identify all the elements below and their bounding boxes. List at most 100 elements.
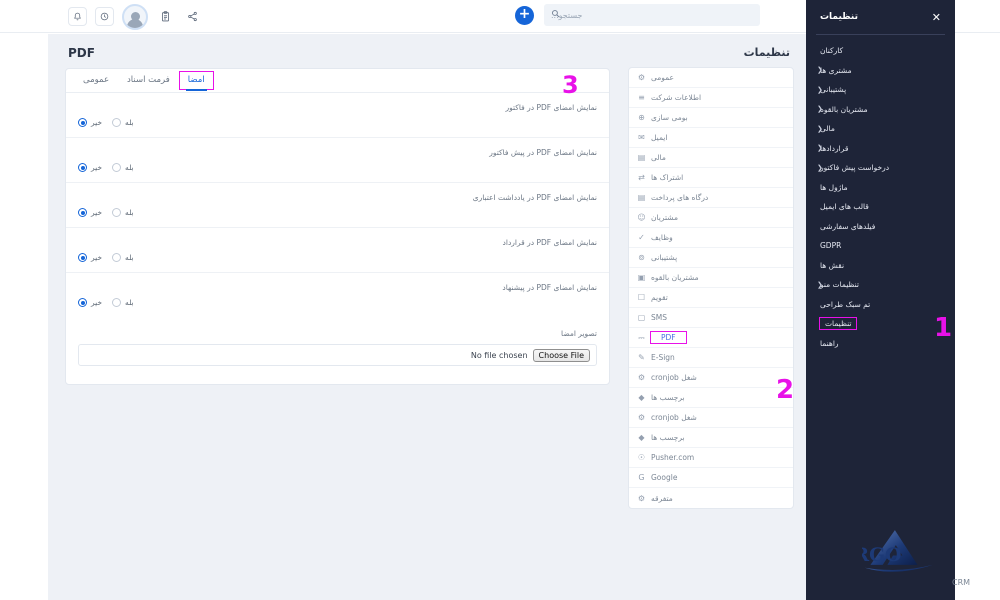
radio-no-icon[interactable] — [78, 163, 87, 172]
drawer-item-9[interactable]: فیلدهای سفارشی — [806, 217, 955, 237]
drawer-item-3[interactable]: مشتریان بالقوه❮ — [806, 100, 955, 120]
drawer-item-5[interactable]: قراردادها❮ — [806, 139, 955, 159]
drawer-item-8[interactable]: قالب های ایمیل — [806, 197, 955, 217]
settings-item-1[interactable]: اطلاعات شرکت≡ — [629, 88, 793, 108]
bell-icon[interactable] — [68, 7, 87, 26]
radio-no-icon[interactable] — [78, 253, 87, 262]
chevron-left-icon[interactable]: ❮ — [817, 105, 823, 113]
settings-item-17[interactable]: شغل cronjob⚙ — [629, 408, 793, 428]
settings-item-19[interactable]: Pusher.com☉ — [629, 448, 793, 468]
radio-no-icon[interactable] — [78, 118, 87, 127]
avatar[interactable] — [122, 4, 148, 30]
radio-option-no[interactable]: خیر — [78, 208, 102, 217]
radio-option-no[interactable]: خیر — [78, 163, 102, 172]
chevron-left-icon[interactable]: ❮ — [817, 86, 823, 94]
chevron-left-icon[interactable]: ❮ — [817, 125, 823, 133]
choose-file-button[interactable]: Choose File — [533, 349, 590, 362]
radio-option-yes[interactable]: بله — [112, 298, 134, 307]
settings-item-16[interactable]: برچسب ها◆ — [629, 388, 793, 408]
drawer-item-2[interactable]: پشتیبانی❮ — [806, 80, 955, 100]
share-icon[interactable] — [183, 7, 202, 26]
radio-yes-icon[interactable] — [112, 118, 121, 127]
settings-item-20[interactable]: GoogleG — [629, 468, 793, 488]
settings-item-5[interactable]: اشتراک ها⇄ — [629, 168, 793, 188]
settings-item-0[interactable]: عمومی⚙ — [629, 68, 793, 88]
add-button[interactable]: + — [515, 6, 534, 25]
clock-icon[interactable] — [95, 7, 114, 26]
chevron-left-icon[interactable]: ❮ — [817, 281, 823, 289]
pdf-settings-card: عمومیفرمت اسنادامضا نمایش امضای PDF در ف… — [65, 68, 610, 385]
drawer-item-0[interactable]: کارکنان — [806, 41, 955, 61]
drawer-item-label: قراردادها — [820, 144, 848, 153]
settings-item-14[interactable]: E-Sign✎ — [629, 348, 793, 368]
chevron-left-icon[interactable]: ❮ — [817, 164, 823, 172]
settings-item-label: Google — [651, 473, 677, 482]
radio-option-yes[interactable]: بله — [112, 163, 134, 172]
settings-item-label: Pusher.com — [651, 453, 694, 462]
radio-no-icon[interactable] — [78, 298, 87, 307]
settings-item-4[interactable]: مالی▤ — [629, 148, 793, 168]
form-rows: نمایش امضای PDF در فاکتوربلهخیرنمایش امض… — [66, 93, 609, 317]
settings-list-column: تنظیمات عمومی⚙اطلاعات شرکت≡بومی سازی⊕ایم… — [628, 42, 794, 509]
drawer-item-7[interactable]: ماژول ها — [806, 178, 955, 198]
settings-item-7[interactable]: مشتریان☺ — [629, 208, 793, 228]
drawer-item-15[interactable]: راهنما — [806, 334, 955, 354]
drawer-item-label: پشتیبانی — [820, 85, 846, 94]
radio-yes-icon[interactable] — [112, 298, 121, 307]
radio-option-no[interactable]: خیر — [78, 118, 102, 127]
drawer-item-1[interactable]: مشتری ها❮ — [806, 61, 955, 81]
settings-item-18[interactable]: برچسب ها◆ — [629, 428, 793, 448]
settings-item-13[interactable]: PDF⎓ — [629, 328, 793, 348]
settings-item-2[interactable]: بومی سازی⊕ — [629, 108, 793, 128]
clipboard-icon[interactable] — [156, 7, 175, 26]
file-upload-field[interactable]: No file chosen Choose File — [78, 344, 597, 366]
drawer-item-6[interactable]: درخواست پیش فاکتور❮ — [806, 158, 955, 178]
close-icon[interactable]: ✕ — [932, 11, 941, 24]
radio-no-icon[interactable] — [78, 208, 87, 217]
settings-item-label: برچسب ها — [651, 393, 685, 402]
tab-0[interactable]: عمومی — [74, 71, 118, 90]
radio-option-yes[interactable]: بله — [112, 118, 134, 127]
radio-yes-icon[interactable] — [112, 163, 121, 172]
tab-2[interactable]: امضا — [179, 71, 214, 90]
setting-row: نمایش امضای PDF در قرارداد بله خیر — [66, 228, 609, 273]
settings-item-15[interactable]: شغل cronjob⚙ — [629, 368, 793, 388]
settings-item-6[interactable]: درگاه های پرداخت▤ — [629, 188, 793, 208]
drawer-item-13[interactable]: تم سبک طراحی — [806, 295, 955, 315]
radio-yes-label: بله — [125, 253, 134, 262]
drawer-item-11[interactable]: نقش ها — [806, 256, 955, 276]
drawer-item-14[interactable]: تنظیمات — [806, 314, 955, 334]
drawer-item-12[interactable]: تنظیمات منو❮ — [806, 275, 955, 295]
settings-item-11[interactable]: تقویم☐ — [629, 288, 793, 308]
drawer-item-10[interactable]: GDPR — [806, 236, 955, 256]
settings-item-label: پشتیبانی — [651, 253, 677, 262]
settings-item-8[interactable]: وظایف✓ — [629, 228, 793, 248]
setting-row: نمایش امضای PDF در پیش فاکتوربلهخیر — [66, 138, 609, 183]
settings-item-12[interactable]: SMS▢ — [629, 308, 793, 328]
tab-1[interactable]: فرمت اسناد — [118, 71, 179, 90]
radio-no-label: خیر — [91, 208, 102, 217]
settings-item-9[interactable]: پشتیبانی⊚ — [629, 248, 793, 268]
radio-option-yes[interactable]: بله — [112, 253, 134, 262]
drawer-item-4[interactable]: مالی❮ — [806, 119, 955, 139]
logo-subtitle: CRM — [952, 578, 970, 587]
setting-row-label: نمایش امضای PDF در قرارداد — [78, 238, 597, 247]
settings-item-21[interactable]: متفرقه⚙ — [629, 488, 793, 508]
settings-item-10[interactable]: مشتریان بالقوه▣ — [629, 268, 793, 288]
radio-option-no[interactable]: خیر — [78, 298, 102, 307]
radio-option-yes[interactable]: بله — [112, 208, 134, 217]
globe-icon: ⊕ — [637, 113, 646, 122]
radio-group: بله خیر — [78, 208, 597, 217]
settings-item-3[interactable]: ایمیل✉ — [629, 128, 793, 148]
radio-no-label: خیر — [91, 118, 102, 127]
radio-yes-icon[interactable] — [112, 253, 121, 262]
briefcase-icon: ▣ — [637, 273, 646, 282]
search-input[interactable]: جستجو... — [544, 4, 760, 26]
settings-item-label: درگاه های پرداخت — [651, 193, 708, 202]
settings-item-label: اشتراک ها — [651, 173, 683, 182]
chevron-left-icon[interactable]: ❮ — [817, 66, 823, 74]
radio-yes-icon[interactable] — [112, 208, 121, 217]
radio-option-no[interactable]: خیر — [78, 253, 102, 262]
chevron-left-icon[interactable]: ❮ — [817, 144, 823, 152]
drawer-item-label: کارکنان — [820, 46, 843, 55]
